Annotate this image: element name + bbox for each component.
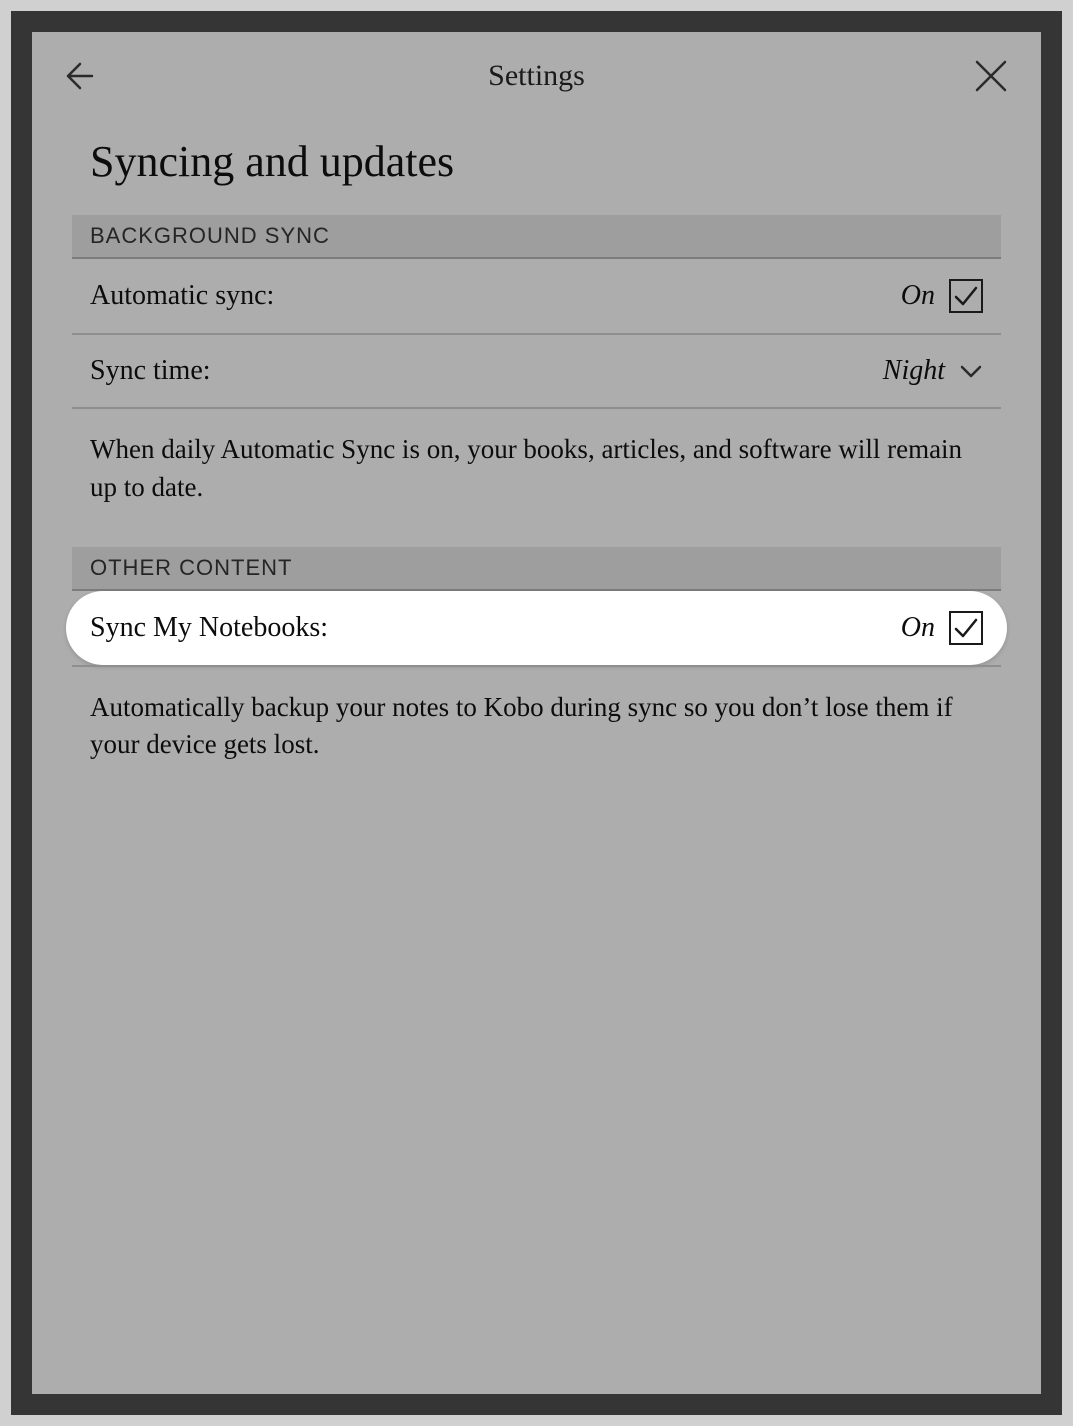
sync-time-label: Sync time: [90, 355, 211, 387]
close-button[interactable] [969, 54, 1013, 98]
automatic-sync-row[interactable]: Automatic sync: On [72, 259, 1001, 335]
outer-frame: Settings Syncing and updates BACKGROUND … [0, 0, 1073, 1426]
header-bar: Settings [32, 32, 1041, 112]
other-content-description: Automatically backup your notes to Kobo … [32, 667, 1041, 805]
automatic-sync-label: Automatic sync: [90, 280, 274, 312]
screen: Settings Syncing and updates BACKGROUND … [32, 32, 1041, 1394]
header-title: Settings [488, 59, 585, 93]
section-header-other-content: OTHER CONTENT [72, 547, 1001, 591]
chevron-down-icon [959, 359, 983, 383]
sync-time-value-group: Night [883, 355, 983, 387]
sync-time-chevron [959, 359, 983, 383]
checkmark-icon [952, 282, 980, 310]
checkmark-icon [952, 614, 980, 642]
background-sync-description: When daily Automatic Sync is on, your bo… [32, 409, 1041, 547]
sync-notebooks-checkbox[interactable] [949, 611, 983, 645]
back-arrow-icon [62, 56, 102, 96]
close-icon [973, 58, 1009, 94]
sync-notebooks-value: On [901, 612, 935, 644]
back-button[interactable] [60, 54, 104, 98]
sync-time-value: Night [883, 355, 945, 387]
sync-notebooks-label: Sync My Notebooks: [90, 612, 328, 644]
section-header-background-sync: BACKGROUND SYNC [72, 215, 1001, 259]
page-title: Syncing and updates [32, 112, 1041, 215]
automatic-sync-value: On [901, 280, 935, 312]
sync-notebooks-row[interactable]: Sync My Notebooks: On [66, 591, 1007, 665]
sync-notebooks-value-group: On [901, 611, 983, 645]
device-frame: Settings Syncing and updates BACKGROUND … [11, 11, 1062, 1415]
automatic-sync-checkbox[interactable] [949, 279, 983, 313]
automatic-sync-value-group: On [901, 279, 983, 313]
sync-time-row[interactable]: Sync time: Night [72, 335, 1001, 409]
